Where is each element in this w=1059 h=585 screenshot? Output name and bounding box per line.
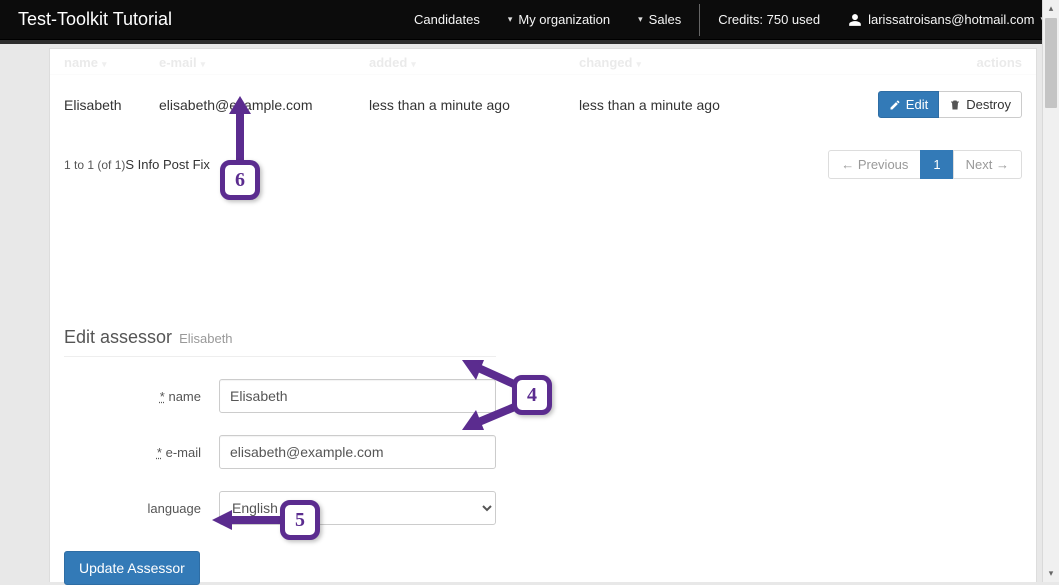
edit-assessor-form: Edit assessor Elisabeth * name * e-mail … [50,327,510,585]
annotation-callout-6: 6 [220,160,260,200]
nav-my-org-label: My organization [518,12,610,27]
list-info-postfix: S Info Post Fix [125,157,210,172]
col-header-changed[interactable]: changed▾ [579,55,769,70]
pagination-prev[interactable]: ← Previous [828,150,921,179]
col-header-name[interactable]: name▾ [64,55,159,70]
cell-email: elisabeth@example.com [159,97,369,113]
scrollbar[interactable]: ▴ ▾ [1042,0,1059,582]
annotation-arrow-6 [225,96,255,168]
form-subtitle: Elisabeth [179,331,232,346]
brand-title[interactable]: Test-Toolkit Tutorial [0,9,190,30]
cell-changed: less than a minute ago [579,97,769,113]
nav-sales-label: Sales [649,12,682,27]
name-label: * name [64,389,219,404]
nav-sales[interactable]: ▾ Sales [624,0,695,39]
submit-row: Update Assessor [64,551,496,585]
table-header-row: name▾ e-mail▾ added▾ changed▾ actions [50,49,1036,75]
annotation-arrow-5 [210,505,290,535]
edit-button-label: Edit [906,97,928,112]
col-header-added[interactable]: added▾ [369,55,579,70]
list-count: 1 to 1 (of 1) [64,158,125,172]
cell-actions: Edit Destroy [878,91,1022,118]
table-row: Elisabeth elisabeth@example.com less tha… [50,75,1036,128]
main-card: name▾ e-mail▾ added▾ changed▾ actions El… [49,48,1037,582]
required-marker: * [157,445,162,460]
pagination-page-1[interactable]: 1 [920,150,953,179]
email-label: * e-mail [64,445,219,460]
nav-separator [699,4,700,36]
destroy-button[interactable]: Destroy [939,91,1022,118]
col-header-email[interactable]: e-mail▾ [159,55,369,70]
scroll-down-icon[interactable]: ▾ [1043,565,1059,582]
email-input[interactable] [219,435,496,469]
nav-my-organization[interactable]: ▾ My organization [494,0,624,39]
nav-candidates[interactable]: Candidates [400,0,494,39]
navbar: Test-Toolkit Tutorial Candidates ▾ My or… [0,0,1059,40]
nav-right: Candidates ▾ My organization ▾ Sales Cre… [400,0,1059,39]
language-label: language [64,501,219,516]
list-footer: 1 to 1 (of 1) S Info Post Fix ← Previous… [50,128,1036,179]
destroy-button-label: Destroy [966,97,1011,112]
nav-user-email: larissatroisans@hotmail.com [868,12,1034,27]
scrollbar-thumb[interactable] [1045,18,1057,108]
scroll-up-icon[interactable]: ▴ [1043,0,1059,17]
caret-down-icon: ▾ [638,14,643,25]
nav-candidates-label: Candidates [414,12,480,27]
navbar-shadow [0,40,1059,44]
pagination-next[interactable]: Next → [953,150,1022,179]
form-row-email: * e-mail [64,435,496,469]
form-row-name: * name [64,379,496,413]
annotation-callout-5: 5 [280,500,320,540]
name-label-text: name [168,389,201,404]
caret-down-icon: ▾ [508,14,513,25]
trash-icon [949,99,961,111]
pagination: ← Previous 1 Next → [828,150,1022,179]
update-assessor-button[interactable]: Update Assessor [64,551,200,585]
form-title-text: Edit assessor [64,327,172,347]
edit-button[interactable]: Edit [878,91,939,118]
annotation-callout-4: 4 [512,375,552,415]
email-label-text: e-mail [166,445,201,460]
required-marker: * [160,389,165,404]
form-title: Edit assessor Elisabeth [64,327,496,357]
col-header-actions: actions [976,55,1022,70]
nav-credits-label: Credits: 750 used [718,12,820,27]
nav-user-menu[interactable]: larissatroisans@hotmail.com ▾ [834,0,1059,39]
pencil-icon [889,99,901,111]
cell-added: less than a minute ago [369,97,579,113]
user-icon [848,13,862,27]
name-input[interactable] [219,379,496,413]
nav-credits[interactable]: Credits: 750 used [704,0,834,39]
cell-name: Elisabeth [64,97,159,113]
